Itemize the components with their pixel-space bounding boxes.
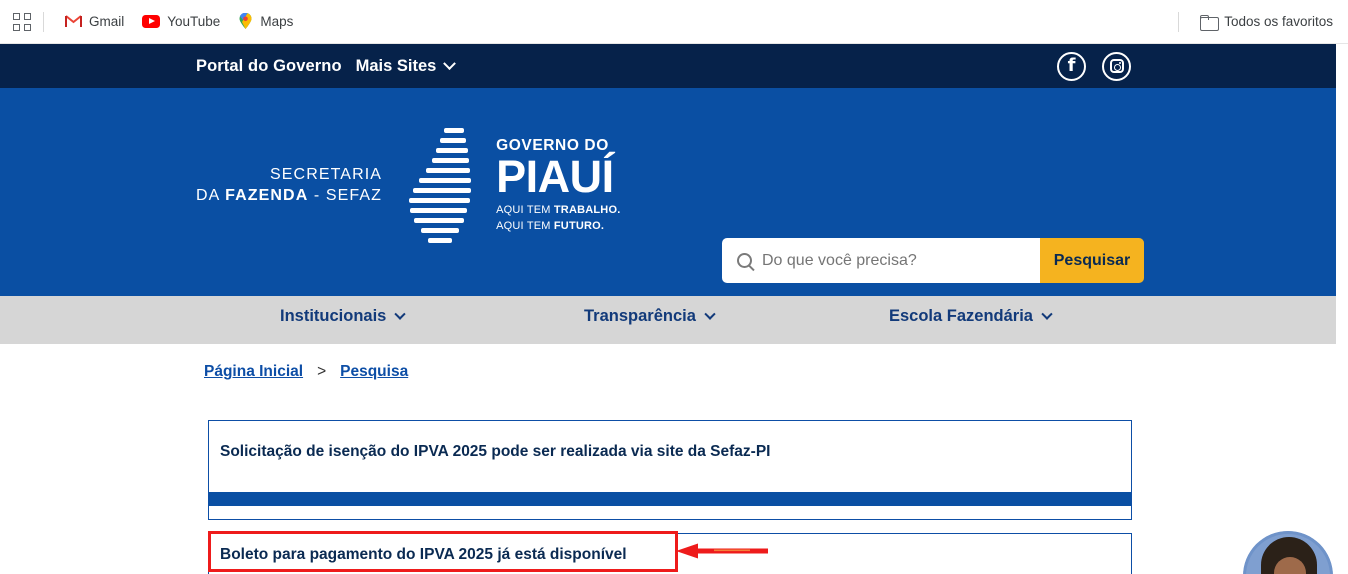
facebook-icon[interactable]: f	[1057, 51, 1086, 81]
bookmark-label: Maps	[260, 14, 294, 29]
governo-do-piaui-wordmark: GOVERNO DO PIAUÍ AQUI TEM TRABALHO. AQUI…	[496, 138, 620, 235]
annotation-highlight-box	[208, 531, 678, 572]
chevron-down-icon	[704, 308, 716, 320]
bookmarks-overflow: Todos os favoritos	[1166, 11, 1348, 32]
sefaz-wordmark: SECRETARIA DA FAZENDA - SEFAZ	[196, 165, 382, 207]
gmail-icon	[65, 15, 82, 28]
piaui-flag-icon	[404, 126, 482, 246]
search-submit-button[interactable]: Pesquisar	[1040, 238, 1144, 283]
instagram-glyph	[1109, 59, 1124, 73]
mais-sites-dropdown[interactable]: Mais Sites	[355, 56, 457, 76]
nav-label: Transparência	[584, 307, 696, 325]
site-header: SECRETARIA DA FAZENDA - SEFAZ GOVERNO DO…	[0, 88, 1336, 319]
breadcrumb-home-link[interactable]: Página Inicial	[204, 363, 303, 381]
nav-label: Institucionais	[280, 307, 387, 325]
nav-label: Escola Fazendária	[889, 307, 1033, 325]
apps-grid-icon[interactable]	[13, 12, 31, 31]
folder-icon	[1200, 14, 1220, 31]
chevron-down-icon	[1041, 308, 1053, 320]
piaui-line: PIAUÍ	[496, 151, 614, 203]
maps-pin-icon	[238, 12, 253, 30]
bookmark-maps[interactable]: Maps	[229, 10, 302, 33]
bookmark-label: Gmail	[89, 14, 125, 29]
nav-item-escola-fazendaria[interactable]: Escola Fazendária	[889, 307, 1053, 326]
youtube-icon	[142, 15, 161, 28]
bookmark-label: YouTube	[167, 14, 221, 29]
social-links: f	[1057, 51, 1336, 81]
sefaz-line-2: DA FAZENDA - SEFAZ	[196, 187, 383, 204]
sefaz-logo[interactable]: SECRETARIA DA FAZENDA - SEFAZ GOVERNO DO…	[196, 126, 620, 246]
vertical-scrollbar[interactable]	[1336, 44, 1348, 574]
browser-window: Gmail YouTube Maps Todos os favoritos Po…	[0, 0, 1348, 574]
sefaz-line-1: SECRETARIA	[270, 166, 383, 184]
all-bookmarks-button[interactable]: Todos os favoritos	[1191, 11, 1342, 32]
all-bookmarks-label: Todos os favoritos	[1224, 14, 1333, 29]
red-arrow-left-icon	[676, 542, 768, 560]
breadcrumb-current-link[interactable]: Pesquisa	[340, 363, 408, 381]
bookmarks-divider-right	[1178, 11, 1180, 32]
nav-item-institucionais[interactable]: Institucionais	[280, 307, 407, 326]
search-input[interactable]	[762, 251, 1040, 270]
bookmark-gmail[interactable]: Gmail	[56, 11, 133, 32]
bookmarks-bar: Gmail YouTube Maps Todos os favoritos	[0, 0, 1348, 44]
portal-do-governo-link[interactable]: Portal do Governo	[196, 57, 342, 76]
government-top-bar: Portal do Governo Mais Sites f	[0, 44, 1336, 88]
result-title[interactable]: Solicitação de isenção do IPVA 2025 pode…	[209, 421, 1131, 461]
breadcrumb: Página Inicial > Pesquisa	[204, 363, 408, 381]
result-card-body: Solicitação de isenção do IPVA 2025 pode…	[209, 421, 1131, 492]
nav-item-transparencia[interactable]: Transparência	[584, 307, 716, 326]
search-icon	[737, 253, 752, 268]
chevron-down-icon	[394, 308, 407, 320]
chevron-down-icon	[443, 56, 457, 70]
tagline: AQUI TEM TRABALHO. AQUI TEM FUTURO.	[496, 204, 621, 232]
bookmarks-divider	[43, 11, 44, 32]
bookmark-youtube[interactable]: YouTube	[133, 11, 229, 32]
breadcrumb-separator: >	[317, 363, 327, 380]
search-field-wrapper[interactable]	[722, 238, 1040, 283]
instagram-icon[interactable]	[1102, 51, 1131, 81]
search-result-card-1[interactable]: Solicitação de isenção do IPVA 2025 pode…	[208, 420, 1132, 520]
site-search: Pesquisar	[722, 238, 1144, 283]
result-card-footer-strip	[209, 492, 1131, 506]
mais-sites-label: Mais Sites	[355, 56, 437, 75]
main-navigation: Institucionais Transparência Escola Faze…	[0, 296, 1336, 344]
facebook-glyph: f	[1067, 54, 1076, 76]
